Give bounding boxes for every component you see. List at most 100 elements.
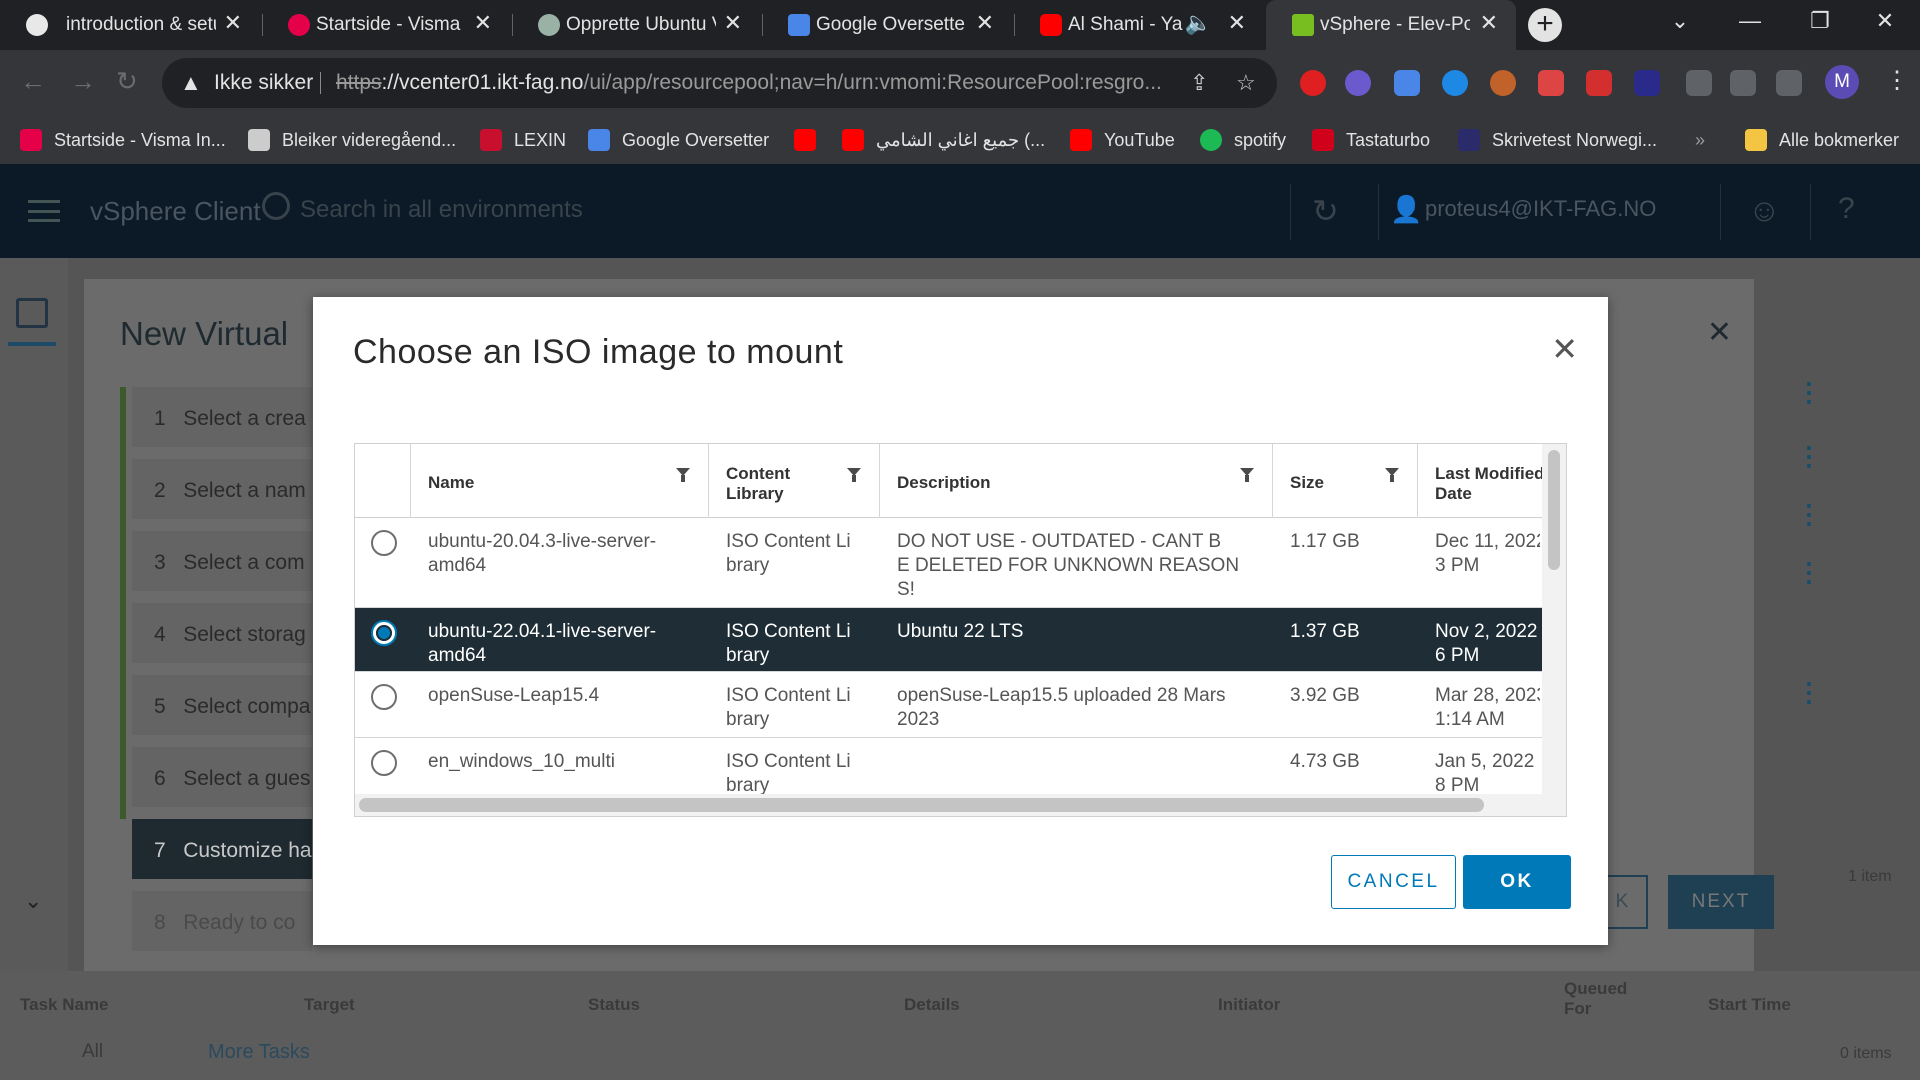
gmail-extension-icon[interactable] xyxy=(1538,70,1564,96)
tab-close-icon[interactable]: ✕ xyxy=(474,10,492,36)
browser-tab[interactable]: Opprette Ubuntu V ✕ xyxy=(512,0,760,50)
restore-button[interactable]: ❐ xyxy=(1785,0,1855,44)
adblock-extension-icon[interactable] xyxy=(1300,70,1326,96)
bookmark-item[interactable]: Skrivetest Norwegi... xyxy=(1458,124,1657,156)
wizard-step[interactable]: 1 Select a crea xyxy=(132,387,312,447)
row-actions-icon[interactable]: ⋮ xyxy=(1796,441,1822,472)
puzzle-extensions-icon[interactable] xyxy=(1686,70,1712,96)
browser-tab[interactable]: Startside - Visma In ✕ xyxy=(262,0,510,50)
row-actions-icon[interactable]: ⋮ xyxy=(1796,677,1822,708)
column-header-size[interactable]: Size xyxy=(1272,444,1417,518)
profile-avatar[interactable]: M xyxy=(1825,65,1859,99)
scrollbar-thumb[interactable] xyxy=(1548,450,1560,570)
inventory-icon[interactable] xyxy=(16,298,48,328)
extension-icon[interactable] xyxy=(1345,70,1371,96)
speaker-icon[interactable]: 🔈 xyxy=(1185,10,1212,36)
bookmark-item[interactable]: spotify xyxy=(1200,124,1286,156)
tab-close-icon[interactable]: ✕ xyxy=(1480,10,1498,36)
row-radio-checked[interactable] xyxy=(371,620,397,646)
close-icon[interactable]: ✕ xyxy=(1551,333,1578,365)
all-bookmarks[interactable]: Alle bokmerker xyxy=(1745,124,1899,156)
browser-menu-icon[interactable]: ⋮ xyxy=(1885,66,1909,95)
column-header-content-library[interactable]: Content Library xyxy=(708,444,879,518)
browser-tab-active[interactable]: vSphere - Elev-Poo ✕ xyxy=(1266,0,1516,50)
tab-search-icon[interactable]: ⌄ xyxy=(1645,0,1715,44)
filter-icon[interactable] xyxy=(847,468,861,484)
table-row[interactable]: ubuntu-20.04.3-live-server- amd64 ISO Co… xyxy=(355,518,1542,608)
bookmark-item[interactable]: جميع اغاني الشامي (... xyxy=(842,124,1045,156)
tasks-column-header[interactable]: Queued For xyxy=(1564,979,1644,1019)
bookmark-item[interactable] xyxy=(794,124,828,156)
global-search-input[interactable]: Search in all environments xyxy=(300,196,583,224)
table-row[interactable]: openSuse-Leap15.4 ISO Content Li brary o… xyxy=(355,672,1542,738)
bookmark-item[interactable]: Tastaturbo xyxy=(1312,124,1430,156)
cancel-button[interactable]: CANCEL xyxy=(1331,855,1456,909)
tasks-column-header[interactable]: Target xyxy=(304,995,355,1015)
tab-close-icon[interactable]: ✕ xyxy=(1228,10,1246,36)
column-header-description[interactable]: Description xyxy=(879,444,1272,518)
arrow-extension-icon[interactable] xyxy=(1586,70,1612,96)
chevron-down-icon[interactable]: ⌄ xyxy=(24,888,42,914)
browser-tab[interactable]: Al Shami - Ya L 🔈 ✕ xyxy=(1014,0,1264,50)
help-icon[interactable]: ? xyxy=(1838,192,1855,226)
side-panel-icon[interactable] xyxy=(1776,70,1802,96)
bookmark-item[interactable]: LEXIN xyxy=(480,124,566,156)
filter-icon[interactable] xyxy=(676,468,690,484)
feedback-smiley-icon[interactable]: ☺ xyxy=(1748,192,1781,229)
bookmark-item[interactable]: Google Oversetter xyxy=(588,124,769,156)
translate-extension-icon[interactable] xyxy=(1394,70,1420,96)
bookmark-item[interactable]: Bleiker videregåend... xyxy=(248,124,456,156)
warning-icon[interactable]: ▲ xyxy=(180,70,202,96)
user-menu[interactable]: proteus4@IKT-FAG.NO xyxy=(1425,196,1656,222)
filter-icon[interactable] xyxy=(1385,468,1399,484)
new-tab-button[interactable]: + xyxy=(1528,8,1562,42)
tasks-column-header[interactable]: Status xyxy=(588,995,640,1015)
tasks-column-header[interactable]: Initiator xyxy=(1218,995,1280,1015)
wizard-step[interactable]: 3 Select a com xyxy=(132,531,312,591)
column-header-last-modified[interactable]: Last Modified Date xyxy=(1417,444,1542,518)
wizard-close-icon[interactable]: ✕ xyxy=(1707,315,1732,350)
share-icon[interactable]: ⇪ xyxy=(1190,70,1208,96)
tab-close-icon[interactable]: ✕ xyxy=(976,10,994,36)
more-bookmarks-button[interactable]: » xyxy=(1695,124,1705,156)
extension-icon[interactable] xyxy=(1634,70,1660,96)
row-radio[interactable] xyxy=(371,530,397,556)
browser-tab[interactable]: introduction & setu ✕ xyxy=(0,0,260,50)
tasks-filter-select[interactable]: All xyxy=(82,1041,103,1063)
more-tasks-link[interactable]: More Tasks xyxy=(208,1041,310,1064)
vertical-scrollbar[interactable] xyxy=(1542,444,1566,816)
wizard-step-active[interactable]: 7 Customize ha xyxy=(132,819,312,879)
bookmark-item[interactable]: Startside - Visma In... xyxy=(20,124,226,156)
wizard-step[interactable]: 2 Select a nam xyxy=(132,459,312,519)
tasks-column-header[interactable]: Task Name xyxy=(20,995,109,1015)
horizontal-scrollbar[interactable] xyxy=(355,794,1542,816)
next-button[interactable]: NEXT xyxy=(1668,875,1774,929)
wizard-step[interactable]: 5 Select compa xyxy=(132,675,312,735)
row-radio[interactable] xyxy=(371,750,397,776)
refresh-icon[interactable]: ↻ xyxy=(1312,192,1339,230)
browser-tab[interactable]: Google Oversetter ✕ xyxy=(762,0,1012,50)
close-window-button[interactable]: ✕ xyxy=(1850,0,1920,44)
back-arrow-icon[interactable]: ← xyxy=(20,66,46,97)
row-actions-icon[interactable]: ⋮ xyxy=(1796,377,1822,408)
ok-button[interactable]: OK xyxy=(1463,855,1571,909)
row-radio[interactable] xyxy=(371,684,397,710)
forward-arrow-icon[interactable]: → xyxy=(70,66,96,97)
tab-close-icon[interactable]: ✕ xyxy=(724,10,742,36)
row-actions-icon[interactable]: ⋮ xyxy=(1796,499,1822,530)
reading-list-icon[interactable] xyxy=(1730,70,1756,96)
wizard-step[interactable]: 6 Select a gues xyxy=(132,747,312,807)
scrollbar-thumb[interactable] xyxy=(359,798,1484,812)
address-bar[interactable]: ▲ Ikke sikker https://vcenter01.ikt-fag.… xyxy=(162,58,1277,108)
tasks-column-header[interactable]: Start Time xyxy=(1708,995,1791,1015)
tab-close-icon[interactable]: ✕ xyxy=(224,10,242,36)
row-actions-icon[interactable]: ⋮ xyxy=(1796,557,1822,588)
hamburger-menu-icon[interactable] xyxy=(28,200,60,222)
reload-icon[interactable]: ↻ xyxy=(116,66,138,97)
wizard-step[interactable]: 4 Select storag xyxy=(132,603,312,663)
table-row-selected[interactable]: ubuntu-22.04.1-live-server- amd64 ISO Co… xyxy=(355,608,1542,672)
bookmark-star-icon[interactable]: ☆ xyxy=(1236,70,1256,96)
filter-icon[interactable] xyxy=(1240,468,1254,484)
minimize-button[interactable]: — xyxy=(1715,0,1785,44)
column-header-name[interactable]: Name xyxy=(410,444,708,518)
